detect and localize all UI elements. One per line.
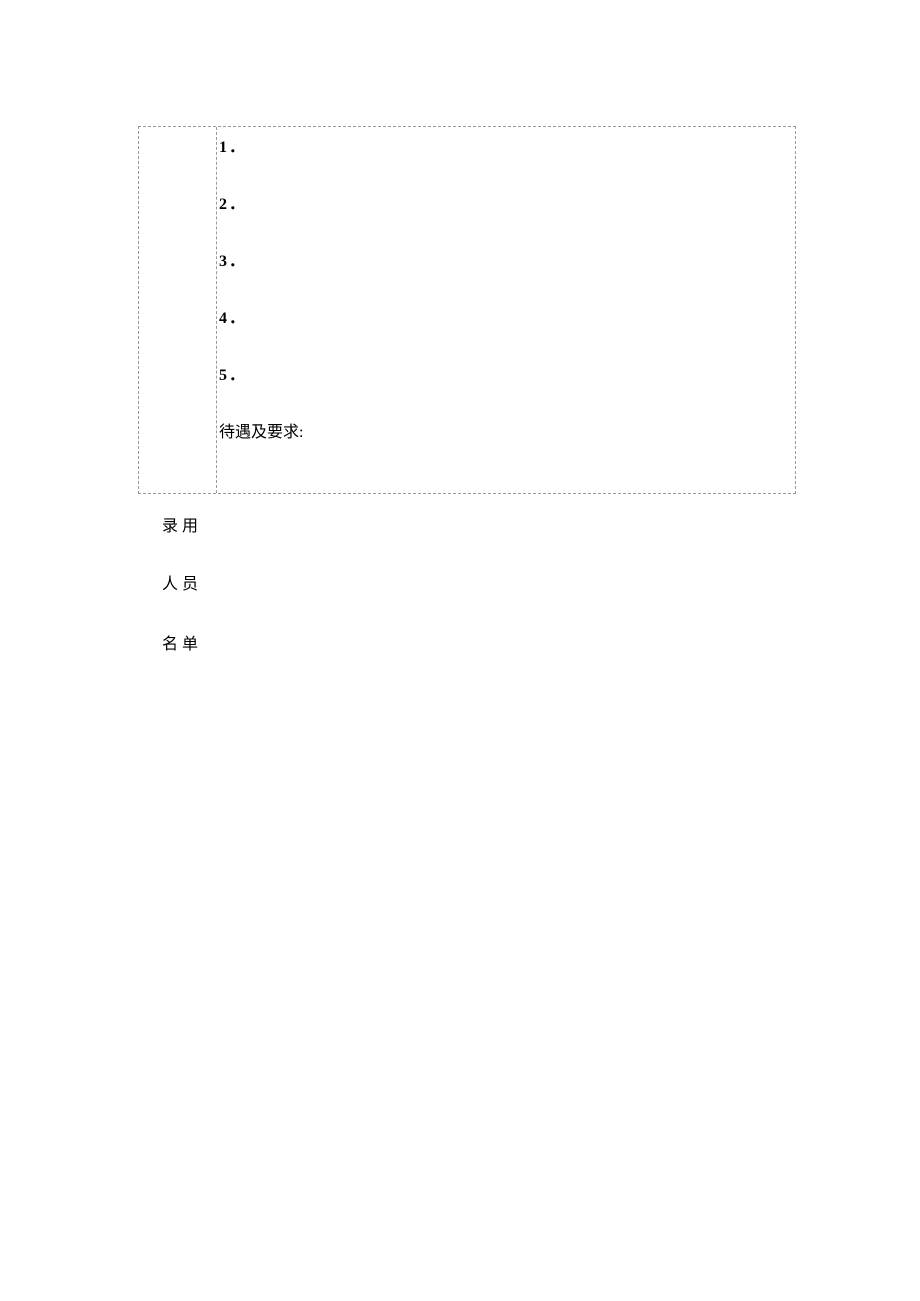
list-item-3: 3． [219,247,793,271]
table-left-cell [139,127,217,493]
form-table: 1． 2． 3． 4． 5． 待遇及要求: [138,126,796,494]
list-item-4: 4． [219,304,793,328]
label-personnel: 人员 [162,570,202,594]
label-hired: 录用 [162,512,202,536]
requirements-label: 待遇及要求: [219,418,793,442]
label-list: 名单 [162,630,202,654]
list-item-1: 1． [219,133,793,157]
list-item-2: 2． [219,190,793,214]
table-right-cell: 1． 2． 3． 4． 5． 待遇及要求: [217,127,795,493]
list-item-5: 5． [219,361,793,385]
